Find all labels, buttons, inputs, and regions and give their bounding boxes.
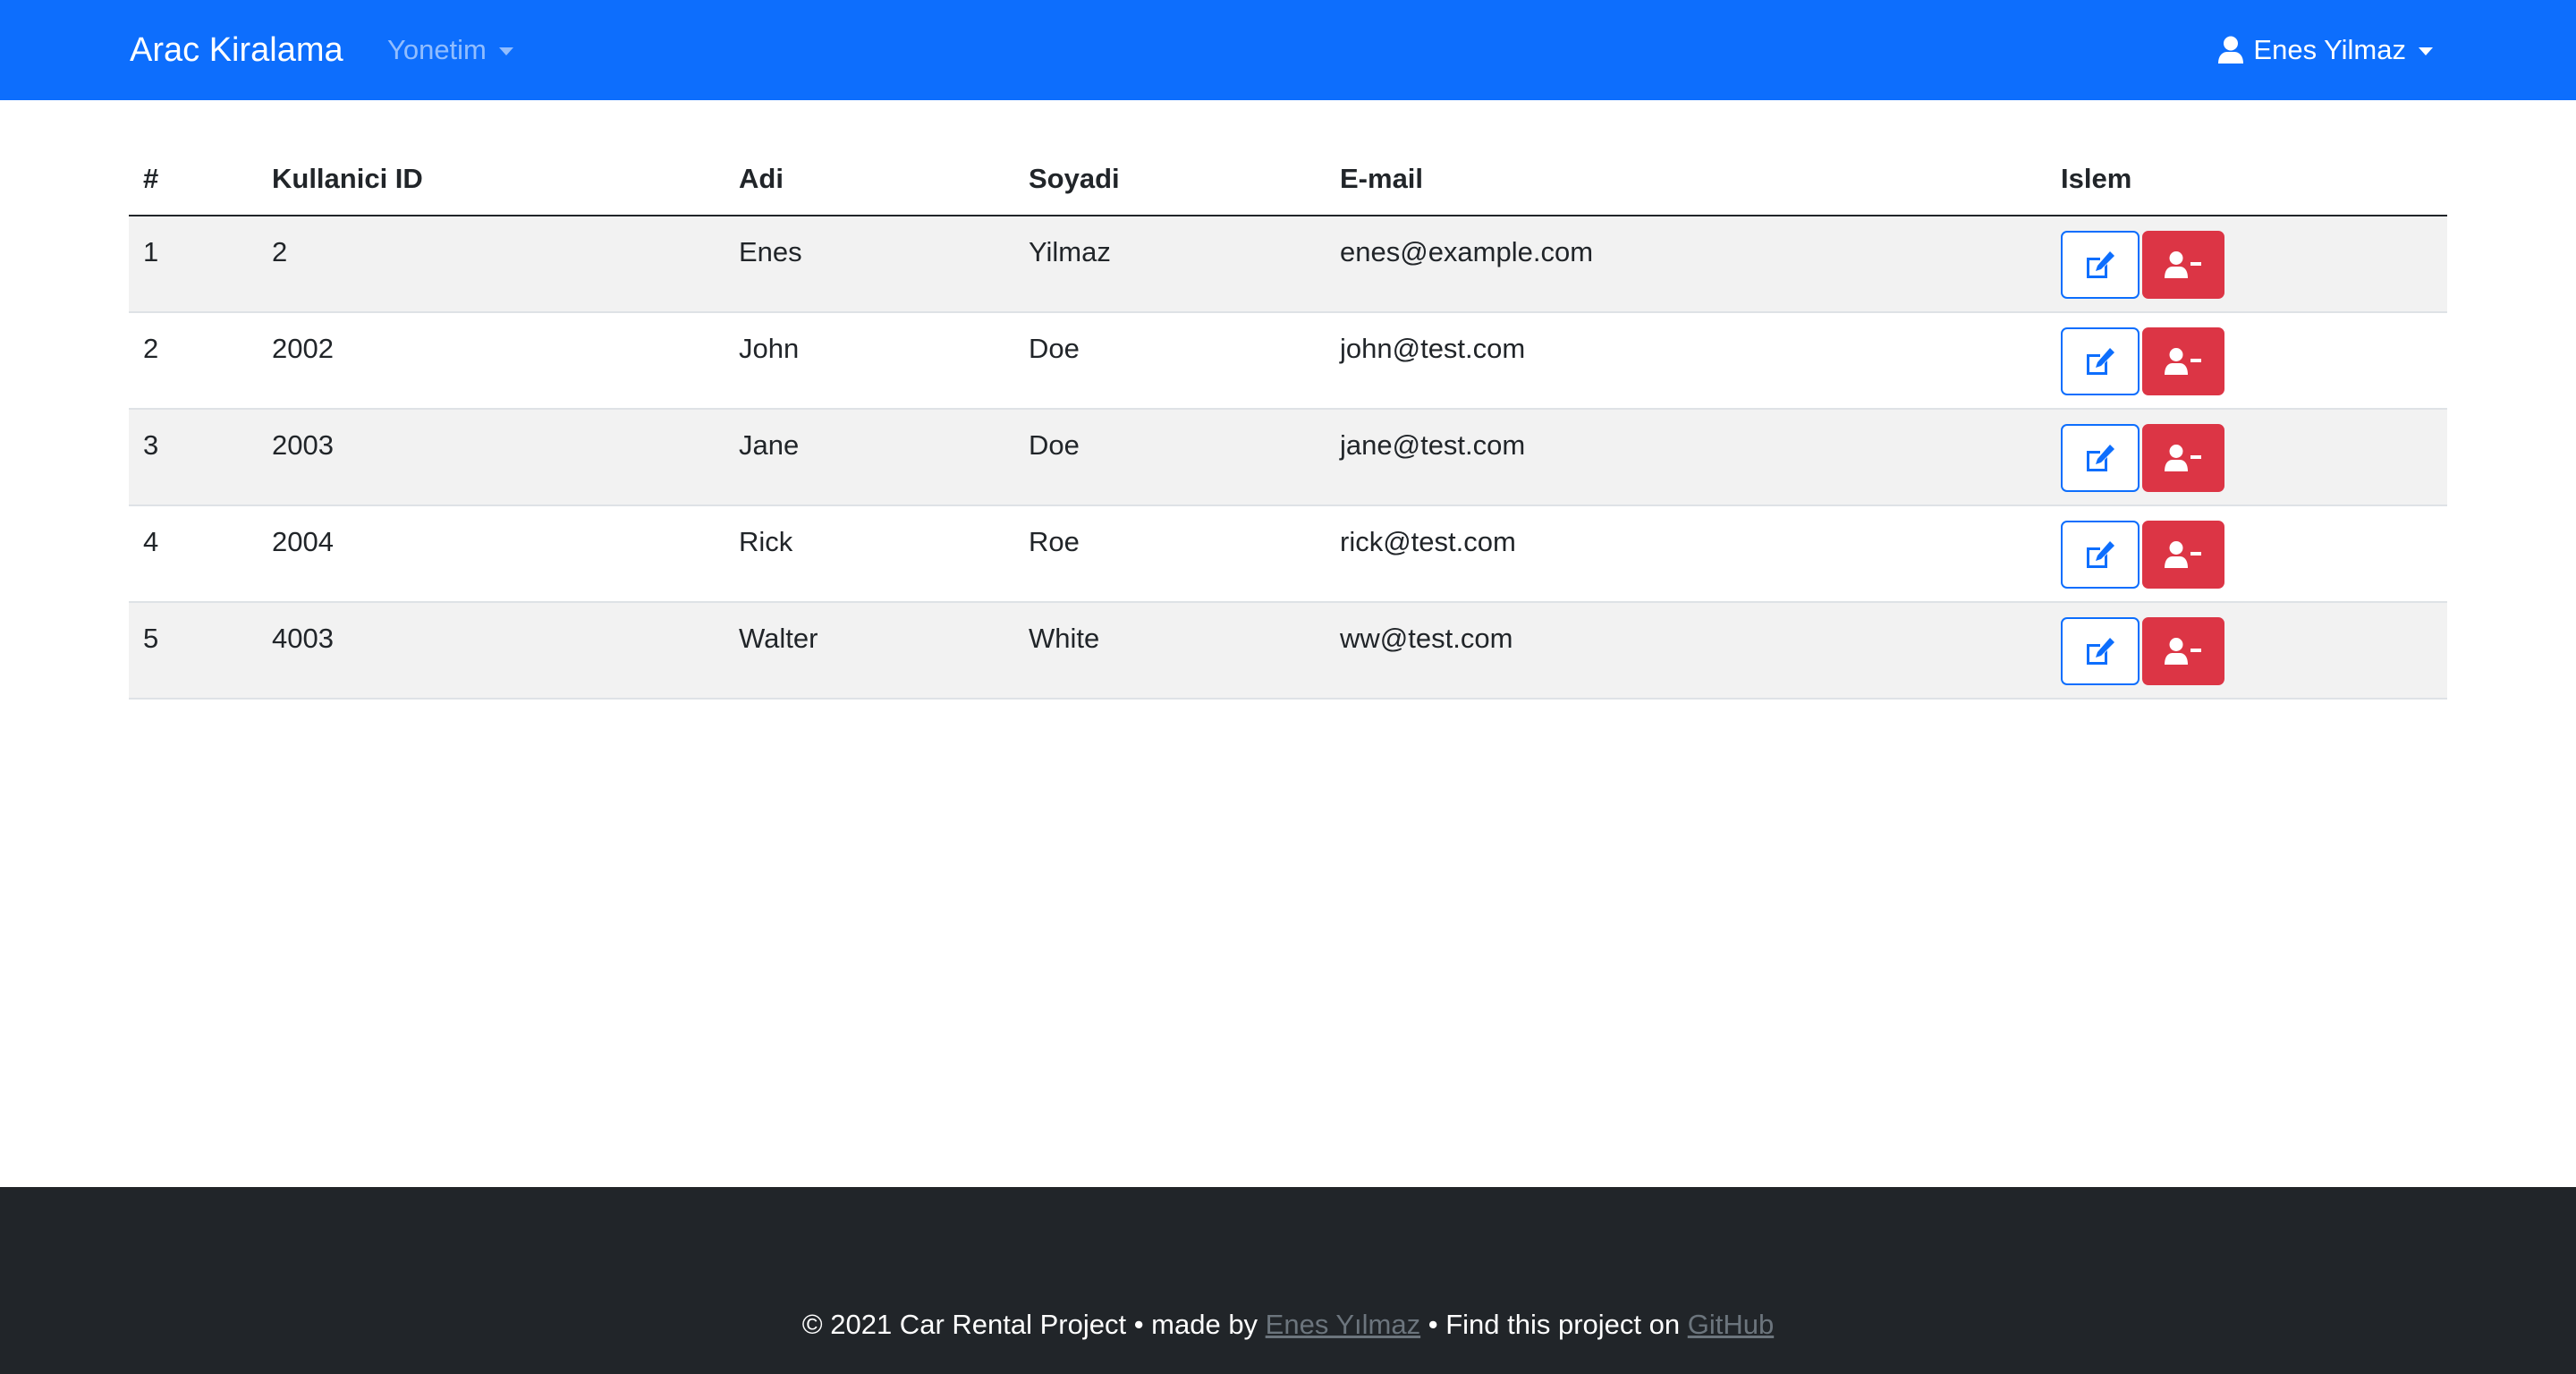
cell-user-id: 2 (258, 216, 724, 313)
edit-icon (2087, 541, 2114, 568)
brand-link[interactable]: Arac Kiralama (130, 0, 343, 100)
cell-email: jane@test.com (1326, 409, 2046, 506)
cell-email: rick@test.com (1326, 505, 2046, 603)
footer-copyright: © 2021 Car Rental Project • made by (801, 1309, 1266, 1340)
page: Arac Kiralama Yonetim Enes Yilmaz # Kull… (0, 0, 2576, 1374)
edit-icon (2087, 251, 2114, 278)
delete-user-button[interactable] (2142, 424, 2224, 492)
cell-last-name: Roe (1014, 505, 1326, 603)
cell-email: enes@example.com (1326, 216, 2046, 313)
header-number: # (129, 143, 258, 216)
cell-user-id: 2004 (258, 505, 724, 603)
footer-text: © 2021 Car Rental Project • made by Enes… (0, 1309, 2576, 1341)
edit-button[interactable] (2061, 327, 2140, 395)
delete-user-button[interactable] (2142, 521, 2224, 589)
edit-button[interactable] (2061, 231, 2140, 299)
delete-user-button[interactable] (2142, 231, 2224, 299)
page-footer: © 2021 Car Rental Project • made by Enes… (0, 1187, 2576, 1374)
table-row: 2 2002 John Doe john@test.com (129, 312, 2447, 410)
chevron-down-icon (498, 47, 513, 55)
cell-number: 2 (129, 312, 258, 410)
cell-email: john@test.com (1326, 312, 2046, 410)
user-dropdown[interactable]: Enes Yilmaz (2217, 0, 2433, 100)
delete-user-button[interactable] (2142, 327, 2224, 395)
cell-first-name: Enes (724, 216, 1014, 313)
user-minus-icon (2165, 251, 2201, 278)
delete-user-button[interactable] (2142, 617, 2224, 685)
cell-last-name: Doe (1014, 312, 1326, 410)
edit-icon (2087, 445, 2114, 471)
cell-actions (2046, 216, 2447, 313)
cell-last-name: Yilmaz (1014, 216, 1326, 313)
github-link[interactable]: GitHub (1688, 1309, 1774, 1340)
users-table-container: # Kullanici ID Adi Soyadi E-mail Islem 1… (129, 143, 2447, 700)
edit-button[interactable] (2061, 617, 2140, 685)
cell-email: ww@test.com (1326, 602, 2046, 700)
table-row: 4 2004 Rick Roe rick@test.com (129, 505, 2447, 603)
cell-first-name: Jane (724, 409, 1014, 506)
user-minus-icon (2165, 638, 2201, 665)
cell-number: 4 (129, 505, 258, 603)
table-row: 5 4003 Walter White ww@test.com (129, 602, 2447, 700)
management-dropdown[interactable]: Yonetim (387, 0, 513, 100)
cell-number: 5 (129, 602, 258, 700)
cell-user-id: 2003 (258, 409, 724, 506)
cell-first-name: Rick (724, 505, 1014, 603)
header-first-name: Adi (724, 143, 1014, 216)
table-row: 1 2 Enes Yilmaz enes@example.com (129, 216, 2447, 313)
user-minus-icon (2165, 541, 2201, 568)
chevron-down-icon (2419, 47, 2433, 55)
users-table: # Kullanici ID Adi Soyadi E-mail Islem 1… (129, 143, 2447, 700)
cell-last-name: White (1014, 602, 1326, 700)
footer-middle-text: • Find this project on (1420, 1309, 1688, 1340)
cell-actions (2046, 409, 2447, 506)
top-navbar: Arac Kiralama Yonetim Enes Yilmaz (0, 0, 2576, 100)
edit-button[interactable] (2061, 521, 2140, 589)
cell-first-name: John (724, 312, 1014, 410)
cell-number: 3 (129, 409, 258, 506)
user-minus-icon (2165, 348, 2201, 375)
user-minus-icon (2165, 445, 2201, 471)
header-last-name: Soyadi (1014, 143, 1326, 216)
table-row: 3 2003 Jane Doe jane@test.com (129, 409, 2447, 506)
cell-last-name: Doe (1014, 409, 1326, 506)
cell-actions (2046, 505, 2447, 603)
edit-icon (2087, 638, 2114, 665)
table-header: # Kullanici ID Adi Soyadi E-mail Islem (129, 143, 2447, 216)
cell-actions (2046, 602, 2447, 700)
cell-number: 1 (129, 216, 258, 313)
table-body: 1 2 Enes Yilmaz enes@example.com 2 2002 … (129, 216, 2447, 700)
cell-user-id: 2002 (258, 312, 724, 410)
header-email: E-mail (1326, 143, 2046, 216)
author-link[interactable]: Enes Yılmaz (1266, 1309, 1420, 1340)
header-action: Islem (2046, 143, 2447, 216)
cell-actions (2046, 312, 2447, 410)
user-dropdown-label: Enes Yilmaz (2253, 34, 2406, 65)
header-user-id: Kullanici ID (258, 143, 724, 216)
cell-user-id: 4003 (258, 602, 724, 700)
cell-first-name: Walter (724, 602, 1014, 700)
edit-icon (2087, 348, 2114, 375)
edit-button[interactable] (2061, 424, 2140, 492)
management-dropdown-label: Yonetim (387, 34, 487, 65)
user-icon (2218, 36, 2244, 64)
table-header-row: # Kullanici ID Adi Soyadi E-mail Islem (129, 143, 2447, 216)
